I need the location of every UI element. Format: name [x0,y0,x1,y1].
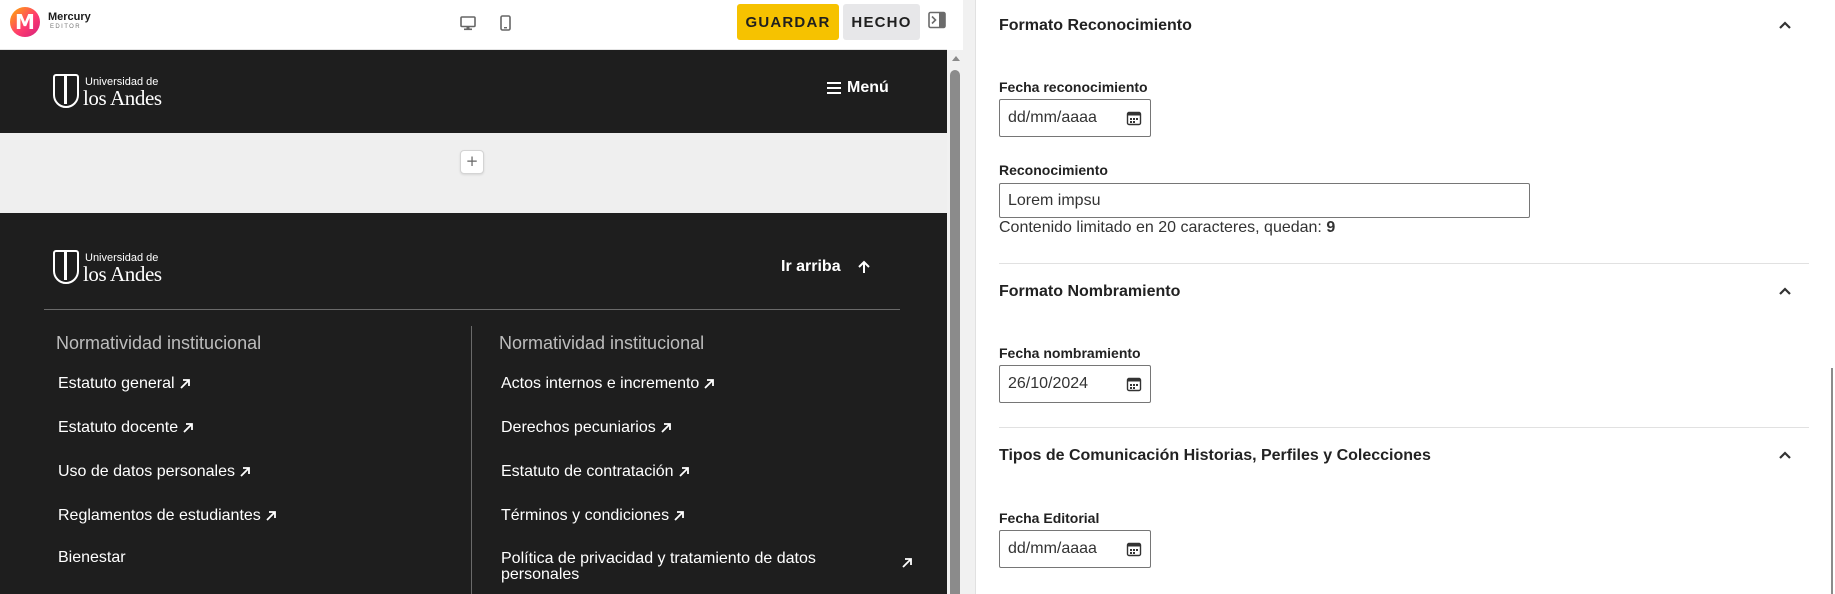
footer-link[interactable]: Estatuto general [58,375,191,393]
chevron-up-icon[interactable] [1778,450,1792,460]
footer-divider [44,309,900,310]
site-menu-button[interactable]: Menú [827,79,889,97]
editor-toolbar: M Mercury EDITOR GUARDAR HECHO [0,0,947,50]
site-header: Universidad de los Andes Menú [0,50,947,133]
footer-col1-heading: Normatividad institucional [56,333,262,353]
footer-link[interactable]: Reglamentos de estudiantes [58,507,277,525]
mobile-icon [499,15,511,31]
back-to-top-link[interactable]: Ir arriba [781,258,871,276]
add-block-zone: + [0,133,947,213]
footer-link[interactable]: Uso de datos personales [58,463,251,481]
done-button[interactable]: HECHO [843,4,920,40]
site-logo-line2: los Andes [83,86,162,110]
scrollbar-thumb[interactable] [950,70,960,594]
section-title-nombramiento[interactable]: Formato Nombramiento [999,283,1180,301]
reconocimiento-input[interactable] [999,183,1530,218]
section-title-reconocimiento[interactable]: Formato Reconocimiento [999,17,1192,35]
character-limit-text: Contenido limitado en 20 caracteres, que… [999,219,1322,236]
fecha-nombramiento-value: 26/10/2024 [1008,375,1089,392]
characters-remaining: 9 [1326,219,1336,236]
block-settings-panel: Formato Reconocimiento Fecha reconocimie… [976,0,1835,594]
page-preview: Universidad de los Andes Menú + Universi… [0,50,947,594]
site-logo-mark [53,74,79,108]
external-link-icon [674,511,684,521]
external-link-icon [179,379,190,389]
calendar-icon[interactable] [1126,110,1142,126]
footer-col2-heading: Normatividad institucional [499,333,705,353]
section-title-tipos-comunicacion[interactable]: Tipos de Comunicación Historias, Perfile… [999,447,1431,465]
hamburger-icon [827,82,841,94]
footer-link[interactable]: Actos internos e incremento [501,375,715,393]
preview-scrollbar[interactable] [947,50,963,594]
footer-logo-line2: los Andes [83,262,162,286]
footer-link[interactable]: Bienestar [58,549,126,567]
character-limit-help: Contenido limitado en 20 caracteres, que… [999,219,1335,237]
add-block-button[interactable]: + [460,150,484,174]
logo-name: Mercury [48,11,91,23]
fecha-reconocimiento-input[interactable]: dd/mm/aaaa [999,99,1151,137]
external-link-icon [183,423,193,433]
section-divider [999,263,1809,264]
back-to-top-label: Ir arriba [781,258,841,275]
save-button[interactable]: GUARDAR [737,4,839,40]
external-link-icon [678,467,689,477]
mercury-logo: M Mercury EDITOR [10,7,120,37]
panel-collapse-icon [928,11,946,29]
panel-scrollbar-thumb[interactable] [1831,368,1833,594]
footer-column-divider [471,326,472,594]
mobile-view-button[interactable] [491,10,519,36]
panel-toggle-button[interactable] [928,11,950,33]
label-fecha-reconocimiento: Fecha reconocimiento [999,79,1148,95]
external-link-icon [902,558,912,568]
logo-subtitle: EDITOR [50,24,81,30]
footer-link[interactable]: Estatuto de contratación [501,463,690,481]
mercury-editor: M Mercury EDITOR GUARDAR HECHO Universid… [0,0,1835,594]
calendar-icon[interactable] [1126,376,1142,392]
desktop-icon [460,15,476,30]
chevron-up-icon[interactable] [1778,20,1792,30]
label-fecha-nombramiento: Fecha nombramiento [999,345,1141,361]
fecha-editorial-value: dd/mm/aaaa [1008,540,1097,557]
footer-link[interactable]: Estatuto docente [58,419,194,437]
footer-link[interactable]: Política de privacidad y tratamiento de … [501,551,912,583]
mercury-logo-icon: M [10,7,40,37]
site-footer: Universidad de los Andes Ir arriba Norma… [0,213,947,594]
footer-link[interactable]: Términos y condiciones [501,507,685,525]
footer-link[interactable]: Derechos pecuniarios [501,419,672,437]
external-link-icon [240,467,250,477]
desktop-view-button[interactable] [454,10,482,36]
fecha-nombramiento-input[interactable]: 26/10/2024 [999,365,1151,403]
chevron-up-icon[interactable] [1778,286,1792,296]
external-link-icon [266,511,276,521]
panel-resize-splitter[interactable] [963,0,975,594]
external-link-icon [704,379,715,389]
arrow-up-icon [857,260,870,273]
external-link-icon [661,423,671,433]
scroll-up-arrow[interactable] [952,56,960,61]
site-menu-label: Menú [847,79,889,96]
calendar-icon[interactable] [1126,541,1142,557]
label-fecha-editorial: Fecha Editorial [999,510,1100,526]
footer-logo-mark [53,250,79,284]
fecha-reconocimiento-value: dd/mm/aaaa [1008,109,1097,126]
section-divider [999,427,1809,428]
label-reconocimiento: Reconocimiento [999,162,1108,178]
fecha-editorial-input[interactable]: dd/mm/aaaa [999,530,1151,568]
